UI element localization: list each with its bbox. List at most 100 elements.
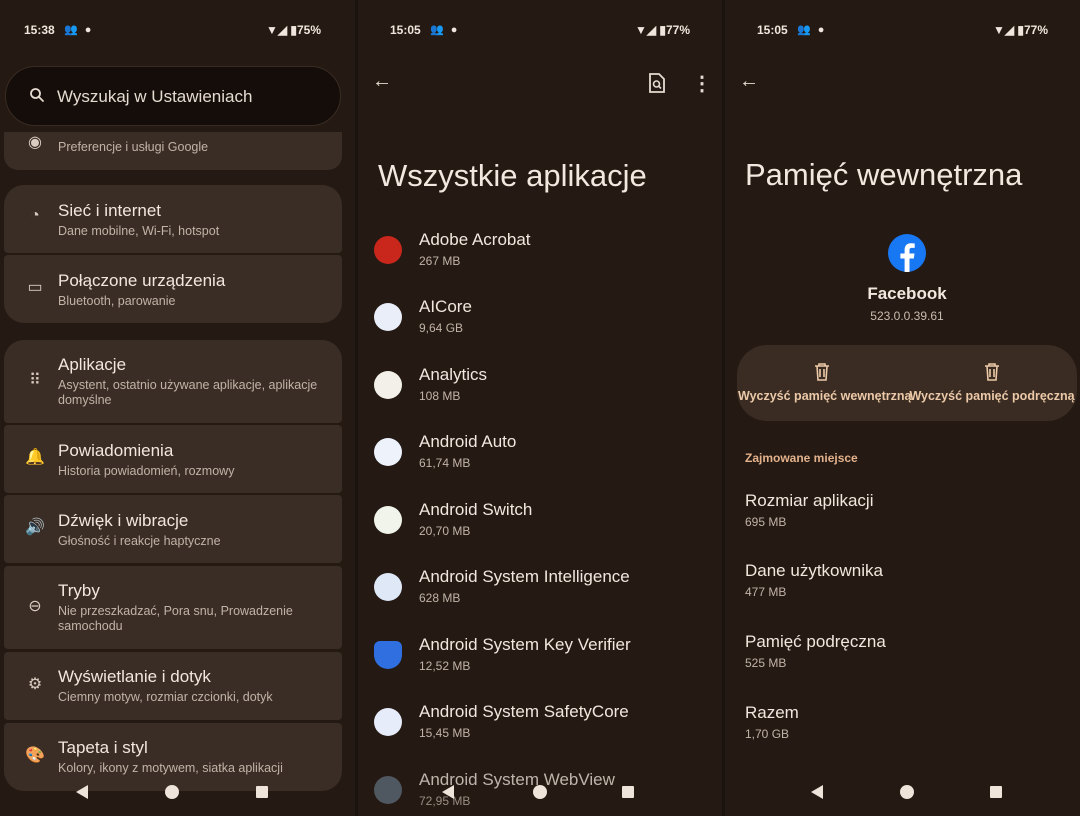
wifi-icon: ◔ [30,207,40,224]
settings-item-notifications[interactable]: 🔔 Powiadomienia Historia powiadomień, ro… [4,425,342,493]
app-name: AICore [419,297,472,316]
android-auto-icon [374,438,402,466]
nav-home-icon[interactable] [533,785,547,799]
status-time: 15:05 [390,23,421,37]
settings-item-connected-devices[interactable]: ▭ Połączone urządzenia Bluetooth, parowa… [4,255,342,323]
clear-storage-label: Wyczyść pamięć wewnętrzną [738,389,912,403]
settings-item-title: Aplikacje [58,355,127,374]
display-icon: ⚙ [27,676,43,693]
settings-item-subtitle: Nie przeszkadzać, Pora snu, Prowadzenie … [58,604,293,633]
palette-icon: 🎨 [25,747,45,764]
search-placeholder: Wyszukaj w Ustawieniach [57,87,253,106]
app-list-item[interactable]: Adobe Acrobat 267 MB [358,226,722,286]
nav-bar [358,768,722,816]
storage-row-label: Dane użytkownika [745,561,883,580]
app-size: 20,70 MB [419,524,471,538]
settings-item-modes[interactable]: ⊖ Tryby Nie przeszkadzać, Pora snu, Prow… [4,566,342,649]
trash-icon [985,363,999,381]
storage-search-icon[interactable] [648,73,666,93]
storage-row-value: 477 MB [745,585,787,599]
status-time: 15:05 [757,23,788,37]
nav-back-icon[interactable] [811,785,823,799]
settings-item-display[interactable]: ⚙ Wyświetlanie i dotyk Ciemny motyw, roz… [4,652,342,720]
app-size: 9,64 GB [419,321,464,335]
settings-item-title: Tryby [58,581,100,600]
shield-icon [374,641,402,669]
settings-item-subtitle: Asystent, ostatnio używane aplikacje, ap… [58,378,318,407]
settings-item-title: Dźwięk i wibracje [58,511,189,530]
nav-back-icon[interactable] [76,785,88,799]
storage-row-label: Rozmiar aplikacji [745,491,874,510]
all-apps-screen: 15:05 👥 ● ▼◢ ▮77% ← ⋮ Wszystkie aplikacj… [358,0,722,816]
nav-bar [725,768,1080,816]
nav-recents-icon[interactable] [990,786,1002,798]
battery-indicator: ▼◢ ▮75% [265,23,321,37]
app-list-item[interactable]: Android System SafetyCore 15,45 MB [358,698,722,758]
more-options-icon[interactable]: ⋮ [692,71,712,96]
app-list-item[interactable]: Analytics 108 MB [358,361,722,421]
page-title: Pamięć wewnętrzna [745,157,1023,192]
storage-row-label: Razem [745,703,799,722]
settings-item-subtitle: Dane mobilne, Wi-Fi, hotspot [58,224,220,238]
app-size: 108 MB [419,389,461,403]
volume-icon: 🔊 [25,519,45,536]
facebook-icon [888,234,926,272]
page-title: Wszystkie aplikacje [378,158,647,193]
battery-indicator: ▼◢ ▮77% [634,23,690,37]
app-list-item[interactable]: Android Switch 20,70 MB [358,496,722,556]
app-size: 12,52 MB [419,659,471,673]
settings-item-title: Powiadomienia [58,441,174,460]
app-list-item[interactable]: Android System Intelligence 628 MB [358,563,722,623]
app-name: Facebook [867,284,947,303]
notification-icons: 👥 ● [64,24,94,36]
app-name: Android System Key Verifier [419,635,631,654]
analytics-icon [374,371,402,399]
safetycore-icon [374,708,402,736]
settings-item-title: Połączone urządzenia [58,271,226,290]
app-list-item[interactable]: Android System Key Verifier 12,52 MB [358,631,722,691]
back-arrow-icon[interactable]: ← [739,70,759,93]
nav-home-icon[interactable] [900,785,914,799]
connected-devices-icon: ▭ [27,279,43,296]
settings-item-google[interactable]: ◉ Preferencje i usługi Google [4,132,342,170]
nav-back-icon[interactable] [442,785,454,799]
notification-icons: 👥 ● [430,24,460,36]
app-name: Analytics [419,365,488,384]
storage-row-value: 1,70 GB [745,727,790,741]
clear-storage-button[interactable]: Wyczyść pamięć wewnętrzną [738,345,912,421]
storage-row-value: 525 MB [745,656,787,670]
settings-item-sound[interactable]: 🔊 Dźwięk i wibracje Głośność i reakcje h… [4,495,342,563]
notification-icons: 👥 ● [797,24,827,36]
settings-item-apps[interactable]: ⠿ Aplikacje Asystent, ostatnio używane a… [4,340,342,423]
app-name: Adobe Acrobat [419,230,531,249]
clear-cache-button[interactable]: Wyczyść pamięć podręczną [907,345,1077,421]
app-name: Android Auto [419,432,517,451]
settings-item-title: Tapeta i styl [58,738,148,757]
app-storage-screen: 15:05 👥 ● ▼◢ ▮77% ← Pamięć wewnętrzna Fa… [725,0,1080,816]
settings-item-subtitle: Preferencje i usługi Google [58,140,209,154]
adobe-acrobat-icon [374,236,402,264]
nav-recents-icon[interactable] [256,786,268,798]
status-bar: 15:05 👥 ● ▼◢ ▮77% [358,20,722,40]
settings-item-network[interactable]: ◔ Sieć i internet Dane mobilne, Wi-Fi, h… [4,185,342,253]
app-version: 523.0.0.39.61 [870,309,944,323]
status-bar: 15:38 👥 ● ▼◢ ▮75% [0,20,355,40]
nav-home-icon[interactable] [165,785,179,799]
app-list-item[interactable]: Android Auto 61,74 MB [358,428,722,488]
trash-icon [815,363,829,381]
settings-item-title: Sieć i internet [58,201,161,220]
app-size: 15,45 MB [419,726,471,740]
bell-icon: 🔔 [25,449,45,466]
storage-row-label: Pamięć podręczna [745,632,886,651]
nav-recents-icon[interactable] [622,786,634,798]
app-size: 628 MB [419,591,461,605]
battery-indicator: ▼◢ ▮77% [992,23,1048,37]
back-arrow-icon[interactable]: ← [372,70,392,93]
nav-bar [0,768,355,816]
android-switch-icon [374,506,402,534]
app-name: Android Switch [419,500,533,519]
app-name: Android System SafetyCore [419,702,629,721]
settings-search-bar[interactable]: Wyszukaj w Ustawieniach [5,66,341,126]
clear-cache-label: Wyczyść pamięć podręczną [909,389,1075,403]
app-list-item[interactable]: AICore 9,64 GB [358,293,722,353]
